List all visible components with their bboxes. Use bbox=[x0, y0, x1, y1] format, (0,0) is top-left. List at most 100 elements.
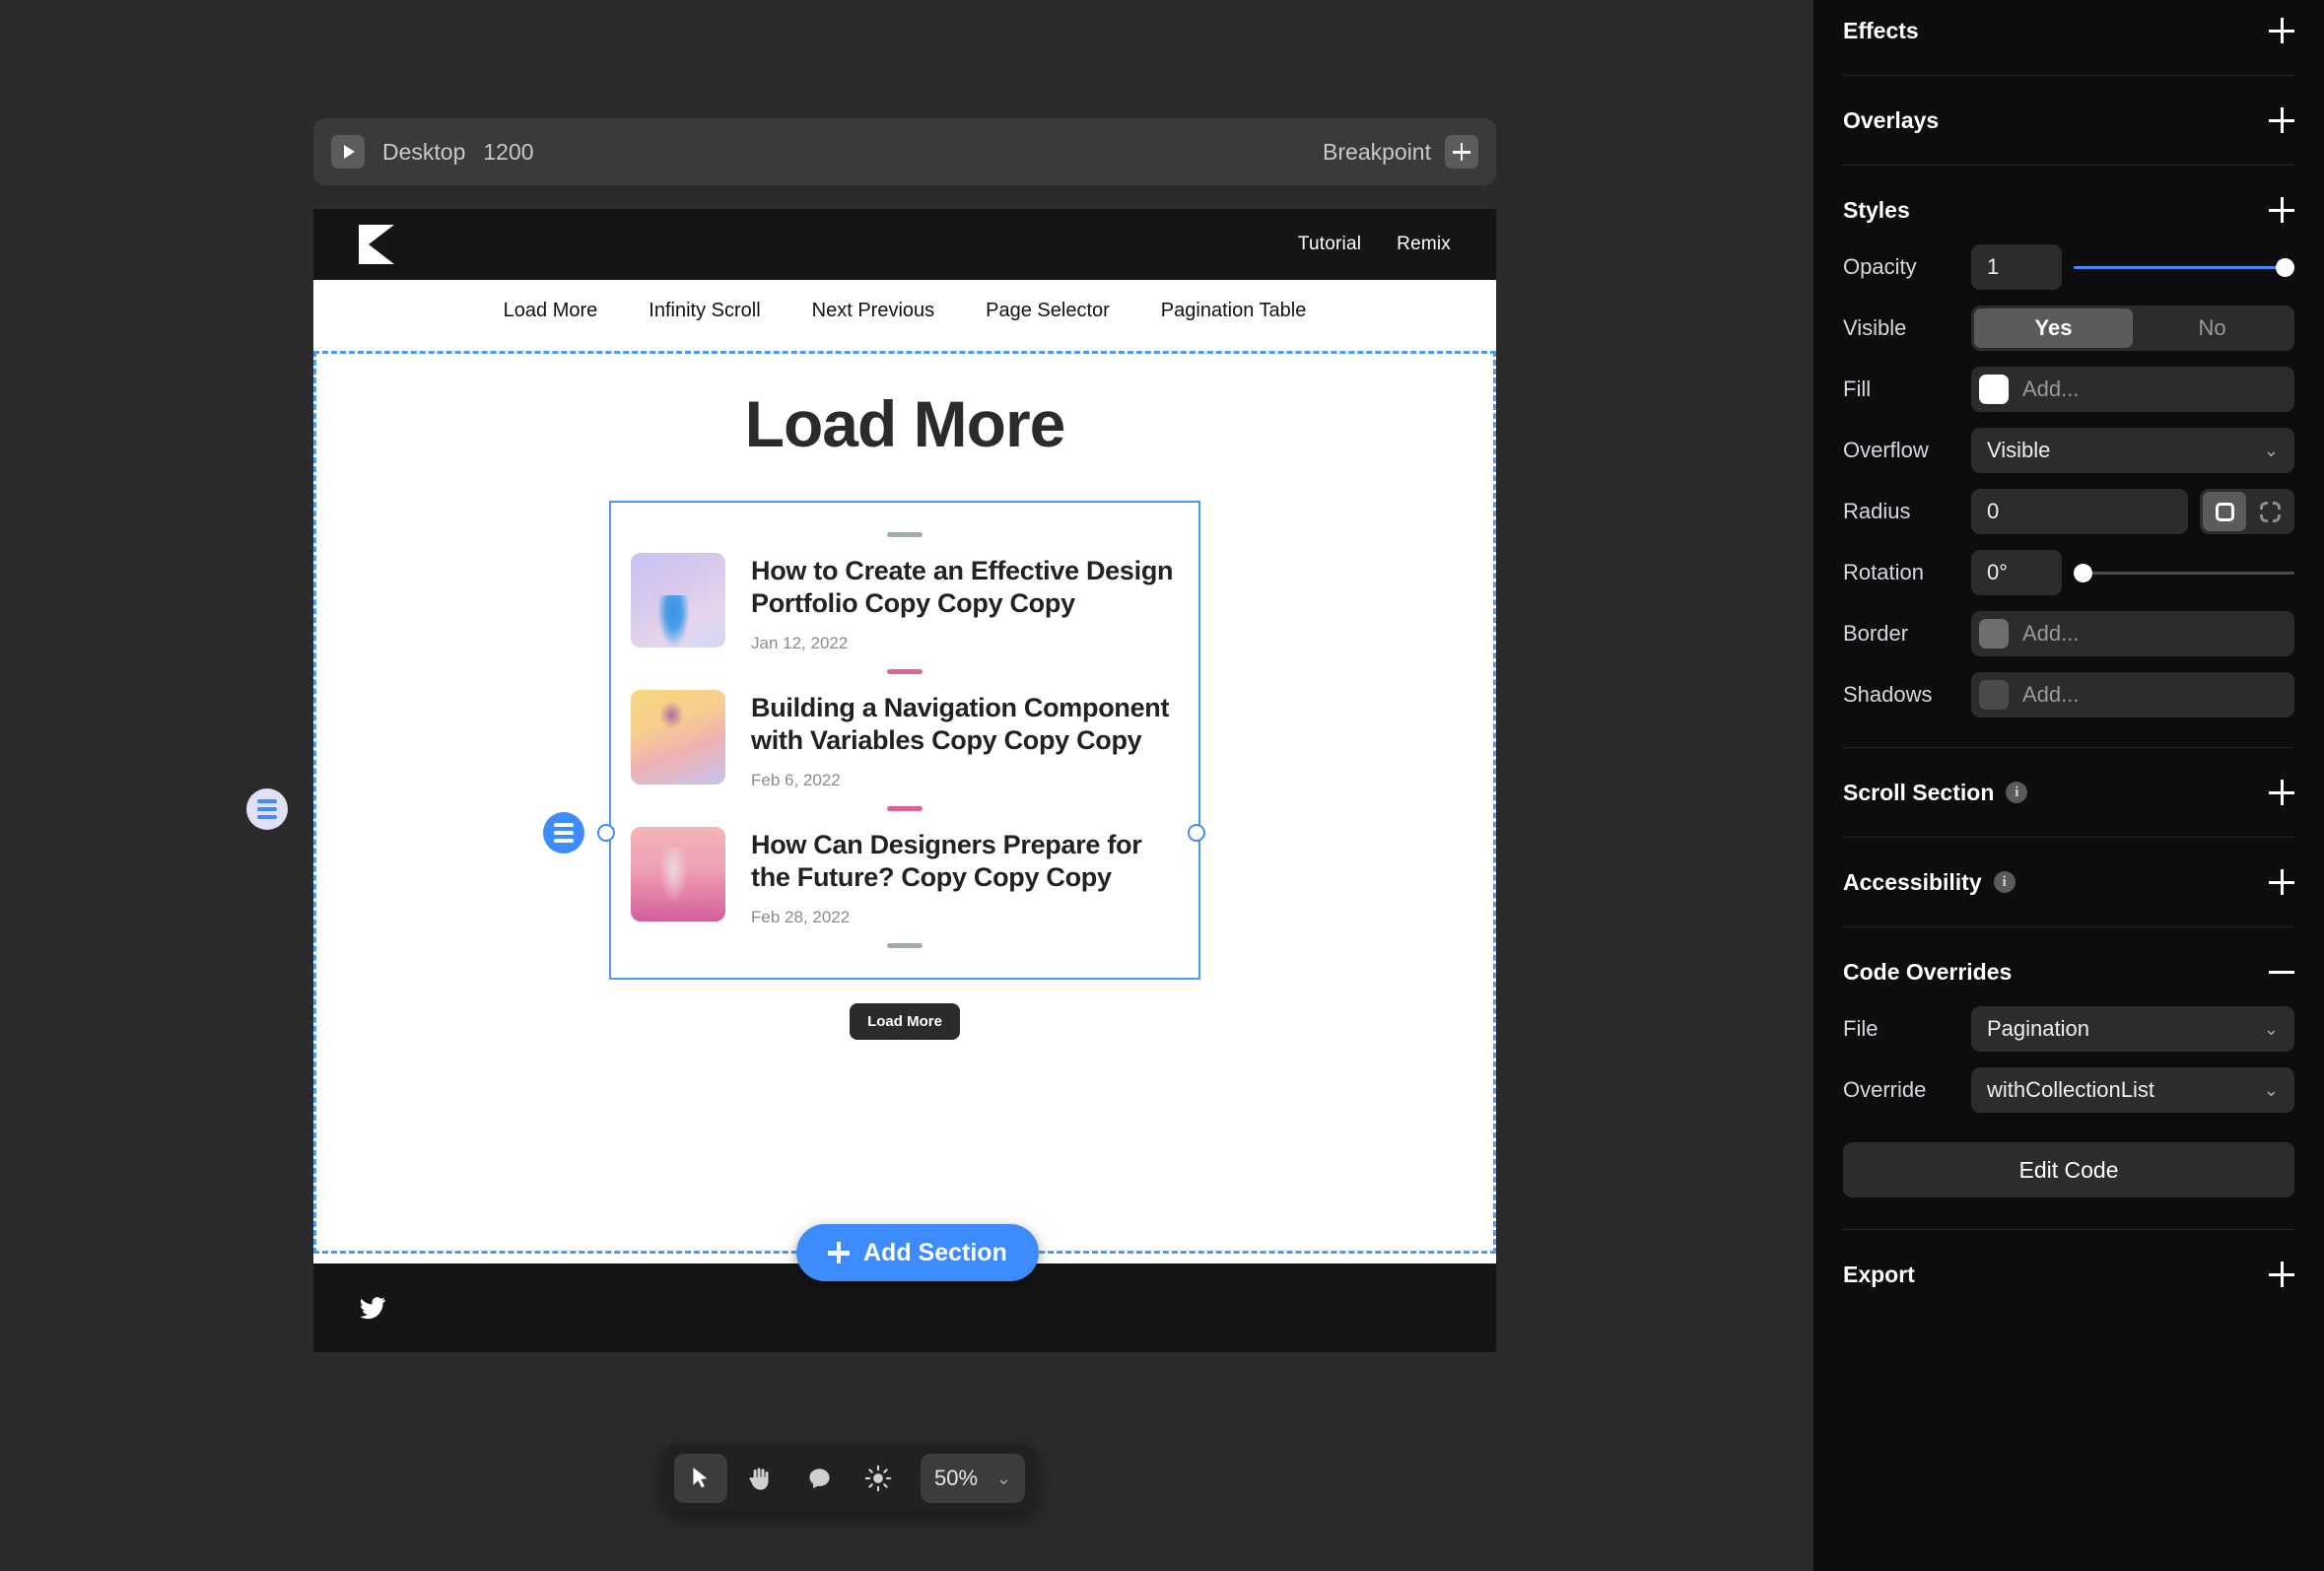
slider-knob[interactable] bbox=[2276, 257, 2294, 277]
add-scroll-section-plus-icon[interactable] bbox=[2269, 780, 2294, 805]
add-breakpoint-plus-icon[interactable] bbox=[1445, 135, 1478, 169]
nav-link-load-more[interactable]: Load More bbox=[504, 300, 598, 322]
site-nav: Load More Infinity Scroll Next Previous … bbox=[313, 280, 1496, 341]
section-header-styles[interactable]: Styles bbox=[1843, 179, 2294, 240]
info-icon[interactable]: i bbox=[1993, 871, 2016, 893]
file-select[interactable]: Pagination ⌄ bbox=[1971, 1006, 2294, 1052]
nav-link-pagination-table[interactable]: Pagination Table bbox=[1161, 300, 1307, 322]
brightness-icon[interactable] bbox=[852, 1454, 905, 1503]
breakpoint-label: Breakpoint bbox=[1323, 138, 1431, 165]
overflow-select[interactable]: Visible ⌄ bbox=[1971, 428, 2294, 473]
rotation-slider[interactable] bbox=[2074, 550, 2294, 595]
visible-control: Yes No bbox=[1971, 306, 2294, 351]
rotation-input[interactable]: 0° bbox=[1971, 550, 2062, 595]
bottom-toolbar[interactable]: 50% ⌄ bbox=[662, 1445, 1037, 1512]
info-icon[interactable]: i bbox=[2006, 782, 2028, 803]
radius-individual-corners-icon[interactable] bbox=[2248, 492, 2291, 531]
fill-color-swatch[interactable] bbox=[1979, 375, 2009, 404]
add-export-plus-icon[interactable] bbox=[2269, 1262, 2294, 1287]
shadows-color-swatch[interactable] bbox=[1979, 680, 2009, 710]
post-separator bbox=[887, 942, 923, 948]
file-label: File bbox=[1843, 1016, 1879, 1041]
property-row-shadows: Shadows Add... bbox=[1843, 668, 2294, 721]
fill-field[interactable]: Add... bbox=[1971, 367, 2294, 412]
property-row-overflow: Overflow Visible ⌄ bbox=[1843, 424, 2294, 477]
visible-segmented-control[interactable]: Yes No bbox=[1971, 306, 2294, 351]
list-item[interactable]: How Can Designers Prepare for the Future… bbox=[611, 826, 1198, 927]
cursor-icon[interactable] bbox=[674, 1454, 727, 1503]
section-title: Effects bbox=[1843, 17, 1919, 43]
breakpoint-bar[interactable]: Desktop 1200 Breakpoint bbox=[313, 118, 1496, 185]
post-title: Building a Navigation Component with Var… bbox=[751, 692, 1170, 755]
section-header-effects[interactable]: Effects bbox=[1843, 0, 2294, 61]
section-header-scroll-section[interactable]: Scroll Section i bbox=[1843, 762, 2294, 823]
slider-knob[interactable] bbox=[2074, 563, 2092, 582]
radius-input[interactable]: 0 bbox=[1971, 489, 2188, 534]
post-date: Feb 6, 2022 bbox=[751, 770, 841, 789]
comment-icon[interactable] bbox=[792, 1454, 846, 1503]
property-row-radius: Radius 0 bbox=[1843, 485, 2294, 538]
add-accessibility-plus-icon[interactable] bbox=[2269, 869, 2294, 895]
header-link-tutorial[interactable]: Tutorial bbox=[1298, 234, 1361, 255]
opacity-slider[interactable] bbox=[2074, 244, 2294, 290]
slider-fill bbox=[2074, 265, 2294, 269]
divider bbox=[1843, 926, 2294, 927]
app-root: Desktop 1200 Breakpoint Tutorial Remix L… bbox=[0, 0, 2324, 1571]
divider bbox=[1843, 837, 2294, 838]
section-header-code-overrides[interactable]: Code Overrides bbox=[1843, 941, 2294, 1002]
file-value: Pagination bbox=[1987, 1016, 2089, 1041]
radius-label: Radius bbox=[1843, 499, 1911, 523]
properties-panel[interactable]: Effects Overlays Styles Opacity 1 Visibl… bbox=[1813, 0, 2324, 1571]
nav-link-infinity-scroll[interactable]: Infinity Scroll bbox=[649, 300, 760, 322]
play-icon[interactable] bbox=[331, 135, 365, 169]
collapse-code-overrides-minus-icon[interactable] bbox=[2269, 959, 2294, 985]
load-more-button[interactable]: Load More bbox=[850, 1002, 960, 1040]
visible-no-option[interactable]: No bbox=[2133, 308, 2291, 348]
radius-value: 0 bbox=[1987, 499, 2000, 523]
collection-list[interactable]: How to Create an Effective Design Portfo… bbox=[609, 501, 1200, 980]
slider-track bbox=[2074, 571, 2294, 575]
shadows-field[interactable]: Add... bbox=[1971, 672, 2294, 717]
zoom-select[interactable]: 50% ⌄ bbox=[921, 1454, 1025, 1503]
twitter-icon[interactable] bbox=[359, 1294, 386, 1322]
stack-icon-outer[interactable] bbox=[246, 788, 288, 830]
canvas-area[interactable]: Desktop 1200 Breakpoint Tutorial Remix L… bbox=[0, 0, 1813, 1571]
stack-bar bbox=[257, 799, 277, 803]
stack-bar bbox=[257, 807, 277, 811]
list-item[interactable]: Building a Navigation Component with Var… bbox=[611, 689, 1198, 790]
site-frame[interactable]: Tutorial Remix Load More Infinity Scroll… bbox=[313, 209, 1496, 1352]
override-select[interactable]: withCollectionList ⌄ bbox=[1971, 1067, 2294, 1113]
hand-icon[interactable] bbox=[733, 1454, 786, 1503]
list-item[interactable]: How to Create an Effective Design Portfo… bbox=[611, 553, 1198, 653]
radius-all-corners-icon[interactable] bbox=[2203, 492, 2246, 531]
resize-handle-right[interactable] bbox=[1188, 824, 1205, 842]
add-effect-plus-icon[interactable] bbox=[2269, 18, 2294, 43]
section-header-accessibility[interactable]: Accessibility i bbox=[1843, 852, 2294, 913]
section-header-export[interactable]: Export bbox=[1843, 1244, 2294, 1305]
header-link-remix[interactable]: Remix bbox=[1397, 234, 1451, 255]
visible-yes-option[interactable]: Yes bbox=[1974, 308, 2133, 348]
edit-code-button[interactable]: Edit Code bbox=[1843, 1142, 2294, 1197]
nav-link-page-selector[interactable]: Page Selector bbox=[986, 300, 1110, 322]
resize-handle-left[interactable] bbox=[597, 824, 615, 842]
border-placeholder: Add... bbox=[2022, 621, 2080, 646]
fill-placeholder: Add... bbox=[2022, 376, 2080, 401]
breakpoint-name: Desktop bbox=[382, 138, 466, 165]
add-section-button[interactable]: Add Section bbox=[796, 1224, 1039, 1281]
section-title: Styles bbox=[1843, 196, 1910, 223]
override-value: withCollectionList bbox=[1987, 1077, 2154, 1102]
stack-icon-inner[interactable] bbox=[543, 812, 584, 854]
add-overlay-plus-icon[interactable] bbox=[2269, 107, 2294, 133]
post-separator bbox=[887, 532, 923, 537]
k-logo-icon[interactable] bbox=[359, 225, 394, 264]
opacity-input[interactable]: 1 bbox=[1971, 244, 2062, 290]
radius-mode-toggle[interactable] bbox=[2200, 489, 2294, 534]
section-header-overlays[interactable]: Overlays bbox=[1843, 90, 2294, 151]
post-title: How to Create an Effective Design Portfo… bbox=[751, 556, 1174, 618]
nav-link-next-previous[interactable]: Next Previous bbox=[812, 300, 935, 322]
property-row-border: Border Add... bbox=[1843, 607, 2294, 660]
border-color-swatch[interactable] bbox=[1979, 619, 2009, 649]
fill-control: Add... bbox=[1971, 367, 2294, 412]
border-field[interactable]: Add... bbox=[1971, 611, 2294, 656]
add-style-plus-icon[interactable] bbox=[2269, 197, 2294, 223]
